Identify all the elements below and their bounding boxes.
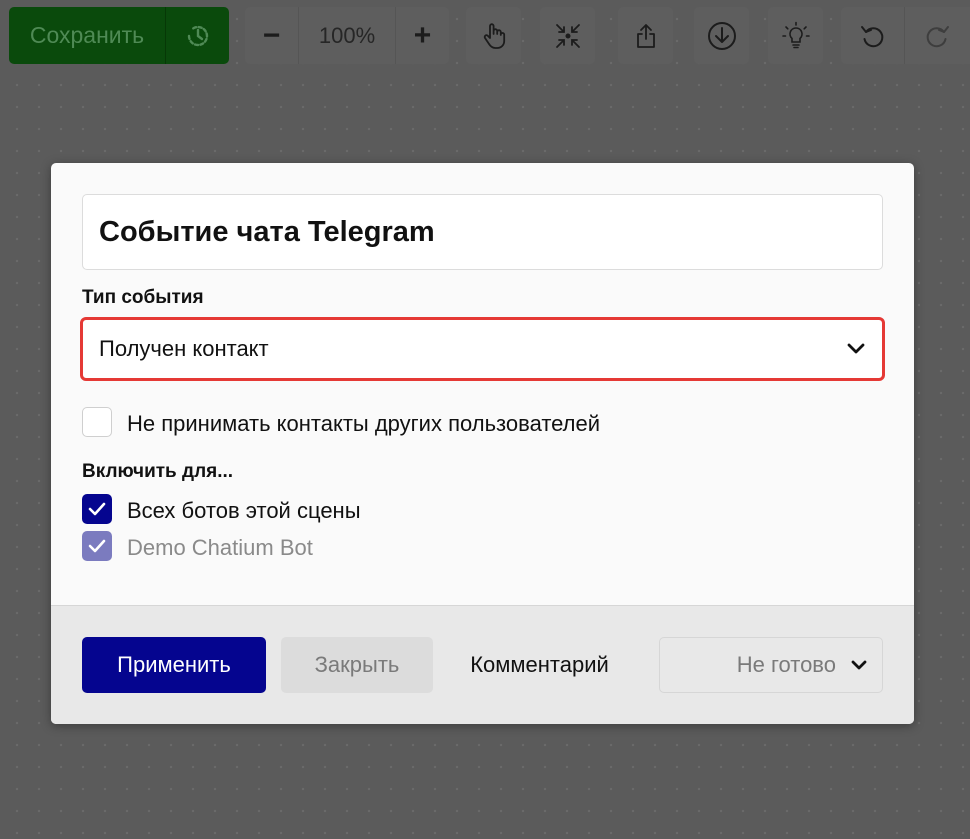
check-icon — [88, 502, 106, 516]
ignore-others-checkbox[interactable] — [82, 407, 112, 437]
dialog-footer: Применить Закрыть Комментарий Не готово — [51, 605, 914, 724]
collapse-group — [540, 7, 595, 64]
all-bots-checkbox[interactable] — [82, 494, 112, 524]
download-group — [694, 7, 749, 64]
hand-tool-button[interactable] — [466, 7, 521, 64]
chevron-down-icon — [851, 660, 867, 670]
zoom-in-button[interactable]: + — [396, 7, 449, 64]
comment-button[interactable]: Комментарий — [448, 637, 631, 693]
download-icon — [707, 21, 736, 50]
demo-bot-checkbox[interactable] — [82, 531, 112, 561]
lightbulb-icon — [781, 21, 810, 48]
zoom-level[interactable]: 100% — [299, 7, 395, 64]
share-icon — [636, 23, 655, 48]
enable-for-label: Включить для... — [82, 461, 234, 482]
undo-redo-group — [841, 7, 970, 64]
demo-bot-label: Demo Chatium Bot — [127, 535, 313, 560]
undo-icon — [860, 25, 883, 47]
dialog-title-input[interactable]: Событие чата Telegram — [82, 194, 883, 270]
event-type-select[interactable]: Получен контакт — [80, 317, 885, 381]
download-button[interactable] — [694, 7, 749, 64]
status-select[interactable]: Не готово — [659, 637, 883, 693]
all-bots-label: Всех ботов этой сцены — [127, 498, 361, 523]
undo-button[interactable] — [841, 7, 904, 64]
share-group — [618, 7, 673, 64]
toolbar: Сохранить − 100% + — [0, 0, 970, 72]
event-type-value: Получен контакт — [99, 336, 269, 361]
save-button[interactable]: Сохранить — [9, 7, 165, 64]
collapse-icon — [555, 23, 580, 48]
zoom-out-button[interactable]: − — [245, 7, 298, 64]
redo-button[interactable] — [905, 7, 968, 64]
status-value: Не готово — [736, 652, 836, 677]
check-icon — [88, 539, 106, 553]
history-icon — [187, 25, 208, 46]
share-button[interactable] — [618, 7, 673, 64]
hint-group — [768, 7, 823, 64]
hand-icon — [483, 22, 505, 49]
hint-button[interactable] — [768, 7, 823, 64]
chevron-down-icon — [847, 343, 865, 354]
event-type-label: Тип события — [82, 287, 204, 308]
ignore-others-label: Не принимать контакты других пользовател… — [127, 411, 601, 436]
history-button[interactable] — [166, 7, 229, 64]
close-button[interactable]: Закрыть — [281, 637, 433, 693]
redo-icon — [926, 25, 949, 47]
apply-button[interactable]: Применить — [82, 637, 266, 693]
event-dialog: Событие чата Telegram Тип события Получе… — [51, 163, 914, 724]
collapse-button[interactable] — [540, 7, 595, 64]
hand-tool-group — [466, 7, 521, 64]
save-group: Сохранить — [9, 7, 229, 64]
zoom-group: − 100% + — [245, 7, 449, 64]
